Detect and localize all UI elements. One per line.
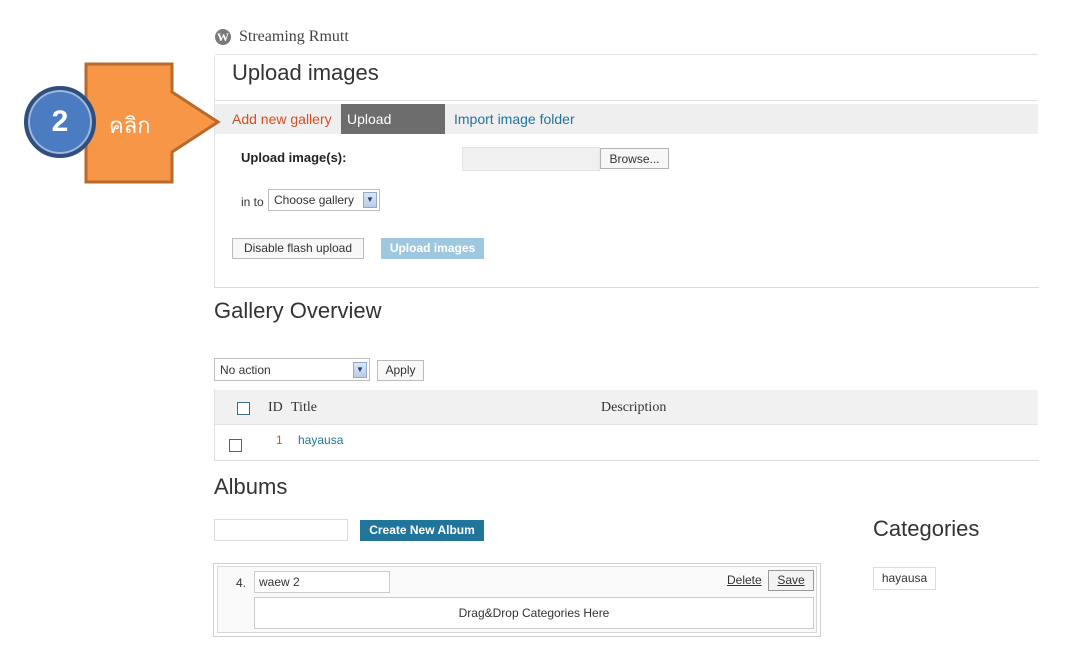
callout-text: คลิก [109, 114, 151, 139]
column-id: ID [268, 400, 283, 415]
file-path-input[interactable] [462, 147, 600, 171]
header-divider [215, 54, 1038, 55]
select-all-checkbox[interactable] [237, 402, 250, 415]
site-header: W Streaming Rmutt [215, 28, 349, 46]
browse-button[interactable]: Browse... [600, 148, 669, 169]
wordpress-logo-icon: W [215, 29, 231, 45]
album-name-input[interactable]: waew 2 [254, 571, 390, 593]
category-drop-zone[interactable]: Drag&Drop Categories Here [254, 597, 814, 629]
panel-divider [215, 100, 1038, 101]
step-number-badge: 2 [24, 86, 96, 158]
chevron-down-icon[interactable]: ▼ [363, 192, 377, 208]
bulk-action-select[interactable]: No action ▼ [214, 358, 370, 381]
callout-arrow-icon [84, 62, 221, 184]
album-save-button[interactable]: Save [768, 570, 814, 591]
disable-flash-upload-button[interactable]: Disable flash upload [232, 238, 364, 259]
upload-tabbar [215, 104, 1038, 134]
tab-add-new-gallery[interactable]: Add new gallery [226, 104, 338, 134]
column-title[interactable]: Title [291, 400, 317, 416]
upload-images-label: Upload image(s): [241, 150, 347, 165]
gallery-select[interactable]: Choose gallery ▼ [268, 189, 380, 211]
row-checkbox[interactable] [229, 439, 242, 452]
upload-heading: Upload images [232, 60, 379, 85]
gallery-row-title[interactable]: hayausa [298, 433, 343, 447]
album-number: 4. [236, 576, 247, 590]
gallery-row-id: 1 [276, 433, 283, 447]
upload-images-button[interactable]: Upload images [381, 238, 484, 259]
category-item[interactable]: hayausa [873, 567, 936, 590]
create-new-album-button[interactable]: Create New Album [360, 520, 484, 541]
site-title[interactable]: Streaming Rmutt [239, 28, 349, 46]
gallery-select-value: Choose gallery [274, 193, 355, 207]
gallery-overview-heading: Gallery Overview [214, 298, 382, 323]
tab-upload-images[interactable]: Upload Images [341, 104, 445, 157]
bulk-action-value: No action [220, 363, 271, 377]
albums-heading: Albums [214, 474, 288, 499]
chevron-down-icon[interactable]: ▼ [353, 362, 367, 378]
column-description: Description [601, 400, 667, 415]
new-album-name-input[interactable] [214, 519, 348, 541]
tab-import-image-folder[interactable]: Import image folder [448, 104, 581, 134]
apply-button[interactable]: Apply [377, 360, 424, 381]
into-label: in to [241, 195, 264, 209]
categories-heading: Categories [873, 516, 980, 541]
album-delete-link[interactable]: Delete [727, 573, 762, 587]
